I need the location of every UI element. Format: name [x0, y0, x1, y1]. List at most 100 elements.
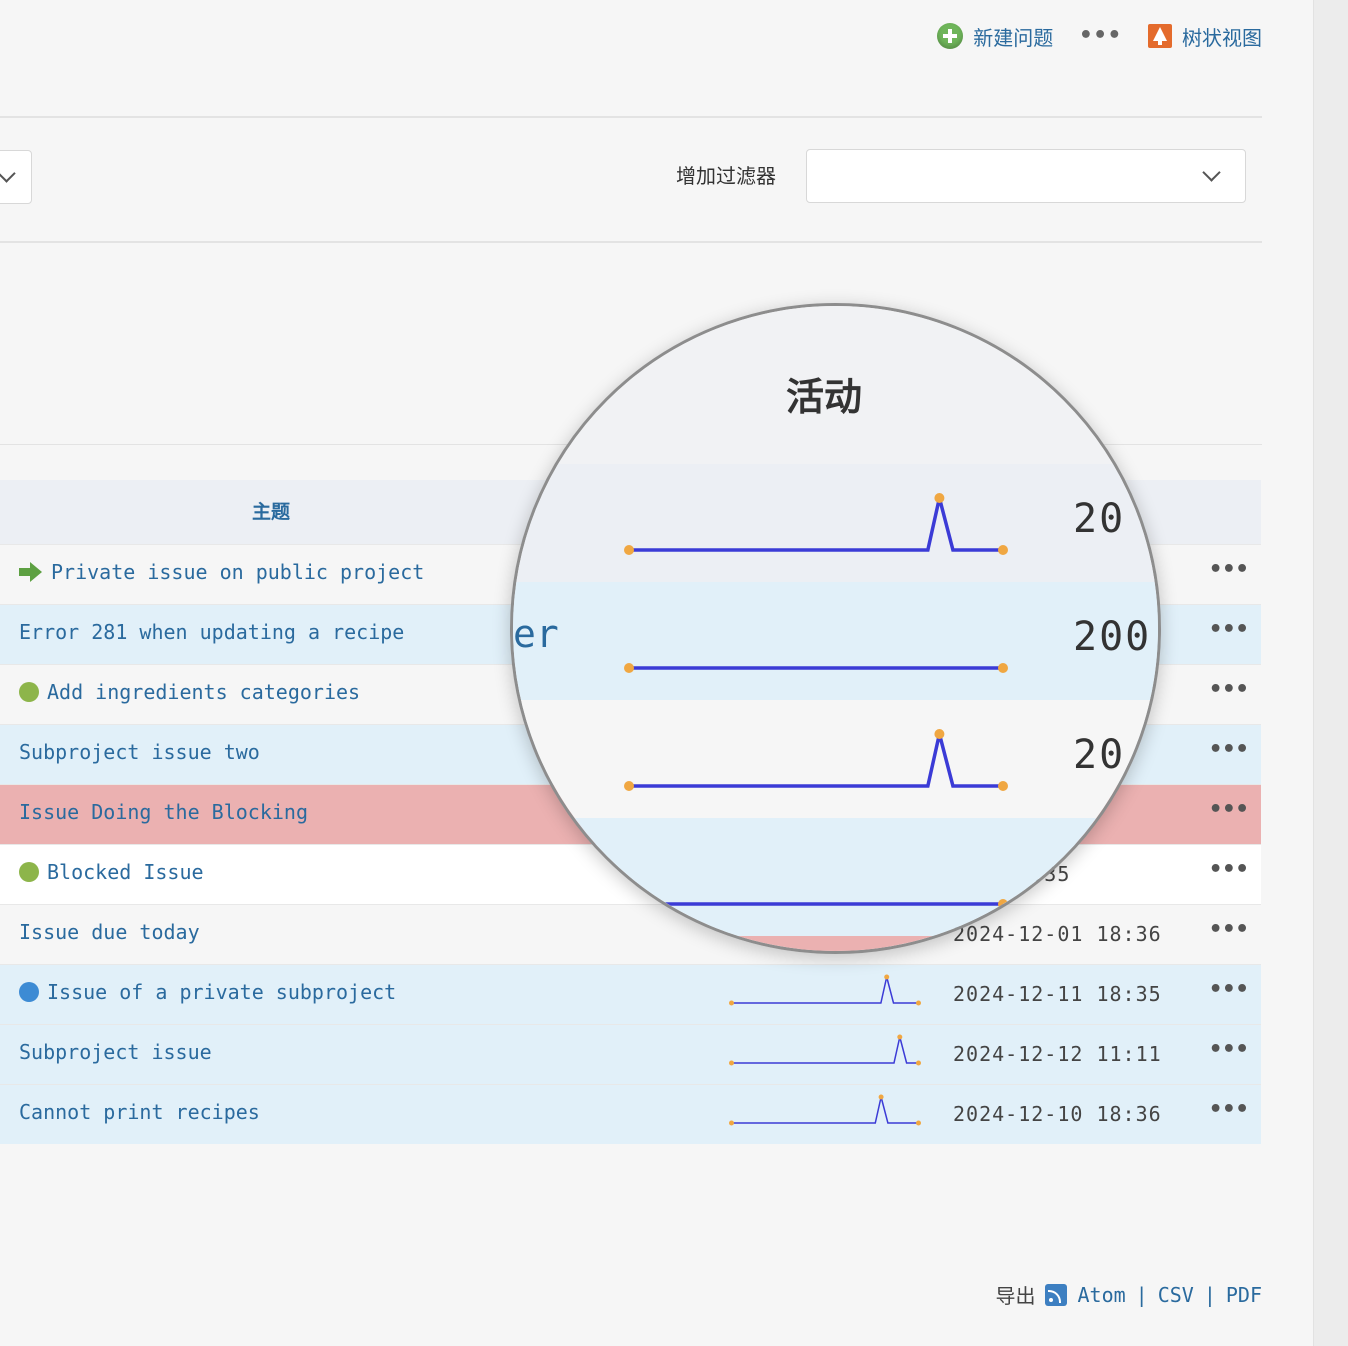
more-actions-icon[interactable]: ••• — [1079, 25, 1122, 47]
magnified-activity-cell — [623, 482, 1009, 566]
sparkline-point — [624, 545, 634, 555]
sparkline-line — [731, 1036, 919, 1064]
row-actions-icon[interactable]: ••• — [1209, 857, 1249, 882]
sparkline-point — [624, 899, 634, 909]
sparkline-point — [916, 1000, 921, 1006]
sparkline-line — [629, 733, 1003, 788]
row-actions-icon[interactable]: ••• — [1209, 737, 1249, 762]
issue-subject-link[interactable]: Error 281 when updating a recipe — [19, 620, 404, 644]
magnified-activity-cell — [623, 836, 1009, 920]
rss-icon — [1045, 1283, 1068, 1306]
sparkline-point — [897, 1034, 903, 1040]
blue-dot-icon — [19, 982, 39, 1002]
issue-subject-link[interactable]: Issue of a private subproject — [19, 980, 396, 1004]
divider — [0, 241, 1262, 243]
updated-time: 2024-12-12 11:11 — [953, 1042, 1162, 1066]
magnified-time: 20 — [1073, 496, 1126, 542]
filter-operator-select[interactable] — [0, 150, 32, 204]
table-row[interactable]: Cannot print recipes 2024-12-10 18:36 ••• — [0, 1084, 1261, 1144]
magnified-subject-fragment: r — [513, 730, 536, 774]
magnified-row — [513, 818, 1158, 936]
magnified-activity-cell — [623, 718, 1009, 802]
activity-sparkline — [729, 1094, 921, 1126]
row-actions-icon[interactable]: ••• — [1209, 677, 1249, 702]
sparkline-point — [729, 1060, 734, 1066]
row-actions-icon[interactable]: ••• — [1209, 1037, 1249, 1062]
tree-view-label: 树状视图 — [1182, 25, 1262, 50]
sparkline-point — [934, 493, 945, 503]
green-dot-icon — [19, 682, 39, 702]
issue-subject-text: Issue of a private subproject — [47, 980, 397, 1004]
new-issue-label: 新建问题 — [973, 25, 1054, 50]
table-row[interactable]: Issue of a private subproject 2024-12-11 … — [0, 964, 1261, 1024]
tree-view-link[interactable]: 树状视图 — [1148, 22, 1262, 51]
magnified-row: 20 — [513, 464, 1158, 582]
issue-subject-link[interactable]: Issue due today — [19, 920, 200, 944]
export-label: 导出 — [995, 1284, 1036, 1308]
issue-subject-text: Subproject issue two — [19, 740, 260, 764]
issue-subject-text: Issue Doing the Blocking — [19, 800, 308, 824]
arrow-right-icon — [19, 562, 43, 582]
magnified-row: er 200 — [513, 582, 1158, 700]
add-icon — [937, 23, 964, 49]
sparkline-point — [878, 1094, 884, 1100]
contextual-toolbar: 新建问题 ••• 树状视图 — [937, 18, 1262, 54]
zoom-magnifier: 活动 20 er 200 r 20 — [510, 303, 1161, 954]
row-actions-icon[interactable]: ••• — [1209, 1097, 1249, 1122]
activity-sparkline — [729, 974, 921, 1006]
magnified-row: r 20 — [513, 700, 1158, 818]
row-actions-icon[interactable]: ••• — [1209, 917, 1249, 942]
issue-subject-text: Error 281 when updating a recipe — [19, 620, 405, 644]
add-filter-select[interactable] — [806, 149, 1246, 203]
pdf-export-link[interactable]: PDF — [1226, 1283, 1262, 1307]
activity-column-header: 活动 — [786, 374, 863, 419]
issue-subject-link[interactable]: Private issue on public project — [19, 560, 424, 584]
sparkline-point — [624, 663, 634, 673]
issue-subject-text: Blocked Issue — [47, 860, 204, 884]
sparkline-line — [731, 976, 919, 1004]
issue-subject-link[interactable]: Subproject issue two — [19, 740, 260, 764]
activity-sparkline — [624, 729, 1008, 791]
issue-subject-link[interactable]: Cannot print recipes — [19, 1100, 260, 1124]
sparkline-point — [916, 1060, 921, 1066]
vertical-scrollbar[interactable] — [1313, 0, 1348, 1346]
row-actions-icon[interactable]: ••• — [1209, 977, 1249, 1002]
activity-sparkline — [624, 899, 1008, 909]
row-actions-icon[interactable]: ••• — [1209, 557, 1249, 582]
row-actions-icon[interactable]: ••• — [1209, 617, 1249, 642]
updated-time: 2024-12-11 18:35 — [953, 982, 1162, 1006]
issue-subject-link[interactable]: Subproject issue — [19, 1040, 212, 1064]
separator: | — [1135, 1282, 1148, 1307]
issue-subject-text: Private issue on public project — [51, 560, 425, 584]
magnified-activity-cell — [623, 600, 1009, 684]
issue-subject-link[interactable]: Add ingredients categories — [19, 680, 360, 704]
sparkline-point — [884, 974, 890, 980]
activity-sparkline — [729, 1034, 921, 1066]
sparkline-point — [998, 663, 1008, 673]
sparkline-point — [998, 899, 1008, 909]
activity-cell — [728, 1089, 922, 1129]
sparkline-line — [731, 1096, 919, 1124]
sparkline-point — [729, 1000, 734, 1006]
magnified-subject-fragment: er — [513, 612, 559, 656]
issue-subject-link[interactable]: Blocked Issue — [19, 860, 204, 884]
atom-export-link[interactable]: Atom — [1077, 1283, 1125, 1307]
tree-icon — [1148, 24, 1172, 48]
add-filter-label: 增加过滤器 — [676, 164, 776, 188]
issue-subject-link[interactable]: Issue Doing the Blocking — [19, 800, 308, 824]
divider — [0, 116, 1262, 118]
sparkline-point — [934, 729, 945, 739]
updated-time: 2024-12-10 18:36 — [953, 1102, 1162, 1126]
new-issue-link[interactable]: 新建问题 — [937, 22, 1053, 51]
issue-subject-text: Add ingredients categories — [47, 680, 361, 704]
sparkline-point — [729, 1120, 734, 1126]
table-row[interactable]: Subproject issue 2024-12-12 11:11 ••• — [0, 1024, 1261, 1084]
sparkline-point — [998, 781, 1008, 791]
csv-export-link[interactable]: CSV — [1158, 1283, 1194, 1307]
issue-subject-text: Subproject issue — [19, 1040, 212, 1064]
row-actions-icon[interactable]: ••• — [1209, 797, 1249, 822]
activity-sparkline — [624, 493, 1008, 555]
subject-column-header[interactable]: 主题 — [252, 497, 290, 524]
magnified-time: 200 — [1073, 614, 1152, 660]
sparkline-point — [624, 781, 634, 791]
